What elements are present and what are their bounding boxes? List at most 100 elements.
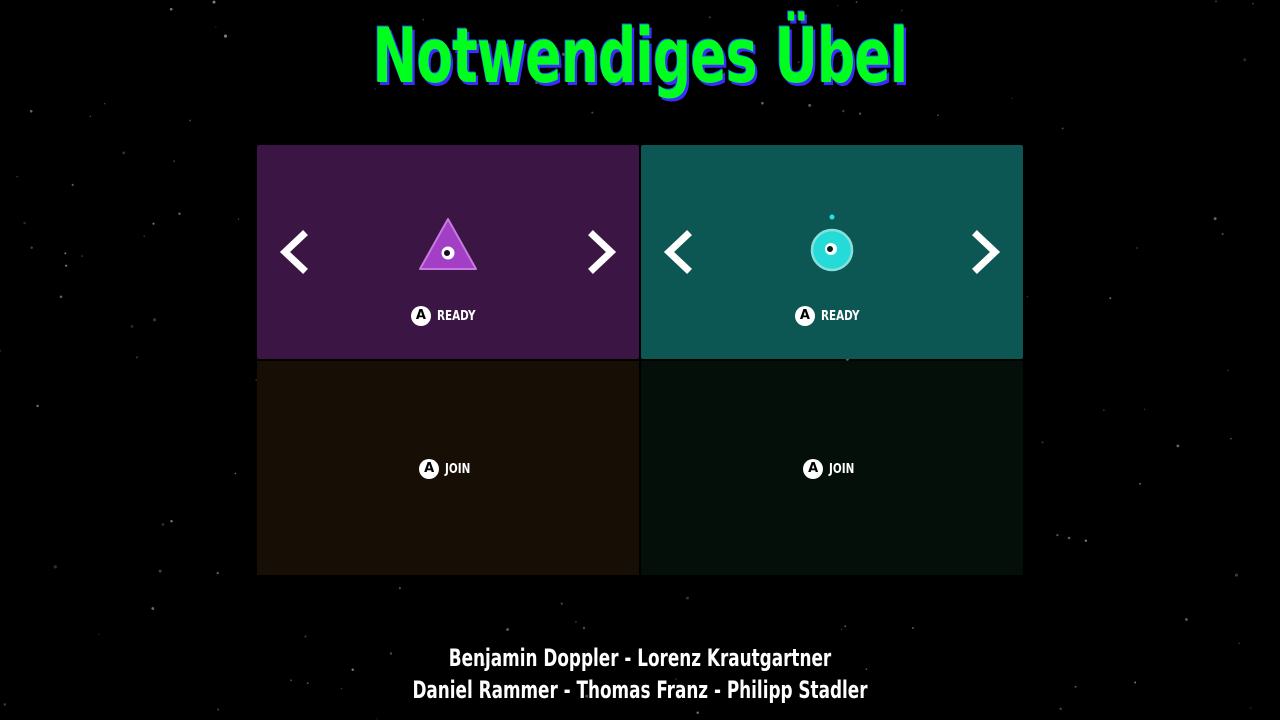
star: [686, 596, 689, 600]
star: [842, 109, 845, 113]
game-title: Notwendiges Übel: [372, 11, 909, 100]
star: [506, 628, 509, 631]
star: [30, 246, 33, 249]
star: [89, 115, 91, 117]
star: [911, 626, 914, 629]
star: [855, 1, 858, 3]
player-slot-1[interactable]: A READY: [257, 145, 639, 359]
star: [173, 160, 176, 163]
star: [574, 620, 577, 624]
credits: Benjamin Doppler - Lorenz Krautgartner D…: [0, 642, 1280, 706]
chevron-right-icon: [972, 230, 1001, 274]
star: [560, 602, 563, 605]
star: [582, 626, 586, 630]
star: [136, 356, 139, 359]
star: [122, 151, 126, 155]
star: [151, 607, 155, 610]
star: [1252, 3, 1254, 5]
star: [170, 520, 173, 523]
star: [217, 708, 220, 711]
star: [0, 349, 2, 352]
star: [398, 587, 401, 590]
join-prompt: A JOIN: [257, 459, 639, 479]
chevron-left-icon: [663, 230, 692, 274]
star: [65, 264, 68, 267]
star: [1143, 408, 1146, 410]
previous-character-button[interactable]: [659, 229, 699, 275]
ready-label: READY: [820, 308, 860, 324]
star: [1136, 247, 1138, 249]
player-slot-4[interactable]: A JOIN: [641, 361, 1023, 575]
star: [16, 175, 18, 178]
star: [858, 112, 862, 115]
star: [840, 628, 843, 631]
a-button-icon: A: [794, 306, 815, 326]
star: [1185, 618, 1188, 621]
star: [158, 569, 162, 573]
star: [64, 252, 67, 255]
star: [1215, 0, 1217, 3]
star: [1026, 296, 1029, 298]
star: [376, 718, 378, 720]
star: [1213, 217, 1217, 221]
chevron-left-icon: [279, 230, 308, 274]
star: [178, 212, 181, 216]
star: [591, 111, 594, 114]
star: [1067, 536, 1071, 540]
game-screen: Notwendiges Übel A READY A READY A JOIN …: [0, 0, 1280, 720]
star: [234, 472, 237, 475]
star: [1041, 441, 1044, 444]
star: [212, 0, 216, 4]
star: [143, 235, 145, 237]
star: [153, 318, 157, 322]
star: [130, 325, 134, 328]
star: [23, 221, 26, 225]
star: [59, 295, 63, 299]
star: [71, 183, 74, 186]
star: [53, 565, 57, 569]
character-preview: [412, 213, 484, 277]
star: [216, 571, 219, 575]
character-preview: [796, 213, 868, 277]
chevron-right-icon: [588, 230, 617, 274]
star: [1221, 232, 1224, 236]
star: [189, 119, 191, 122]
star: [1227, 369, 1229, 372]
star: [1249, 707, 1252, 710]
star: [1059, 707, 1063, 711]
ready-prompt: A READY: [641, 306, 1023, 326]
a-button-icon: A: [803, 459, 824, 479]
star: [937, 114, 939, 117]
star: [1229, 437, 1232, 440]
star: [98, 633, 100, 636]
credits-line-1: Benjamin Doppler - Lorenz Krautgartner: [448, 644, 832, 672]
star: [1061, 127, 1064, 130]
star: [81, 255, 83, 257]
star: [304, 635, 307, 638]
star: [1102, 409, 1105, 411]
star: [1109, 297, 1112, 300]
star: [844, 625, 847, 627]
next-character-button[interactable]: [581, 229, 621, 275]
star: [1084, 539, 1088, 542]
player-slot-3[interactable]: A JOIN: [257, 361, 639, 575]
star: [103, 102, 106, 105]
a-button-icon: A: [410, 306, 431, 326]
star: [161, 523, 165, 526]
next-character-button[interactable]: [965, 229, 1005, 275]
ready-prompt: A READY: [257, 306, 639, 326]
star: [152, 222, 155, 225]
join-prompt: A JOIN: [641, 459, 1023, 479]
star: [237, 218, 240, 220]
player-select-grid: A READY A READY A JOIN A JOIN: [257, 145, 1023, 575]
a-button-icon: A: [419, 459, 440, 479]
join-label: JOIN: [829, 461, 855, 477]
player-slot-2[interactable]: A READY: [641, 145, 1023, 359]
credits-line-2: Daniel Rammer - Thomas Franz - Philipp S…: [412, 676, 868, 704]
star: [1243, 58, 1247, 62]
previous-character-button[interactable]: [275, 229, 315, 275]
star: [29, 109, 33, 113]
ready-label: READY: [436, 308, 476, 324]
star: [36, 404, 39, 408]
star: [1056, 533, 1059, 537]
